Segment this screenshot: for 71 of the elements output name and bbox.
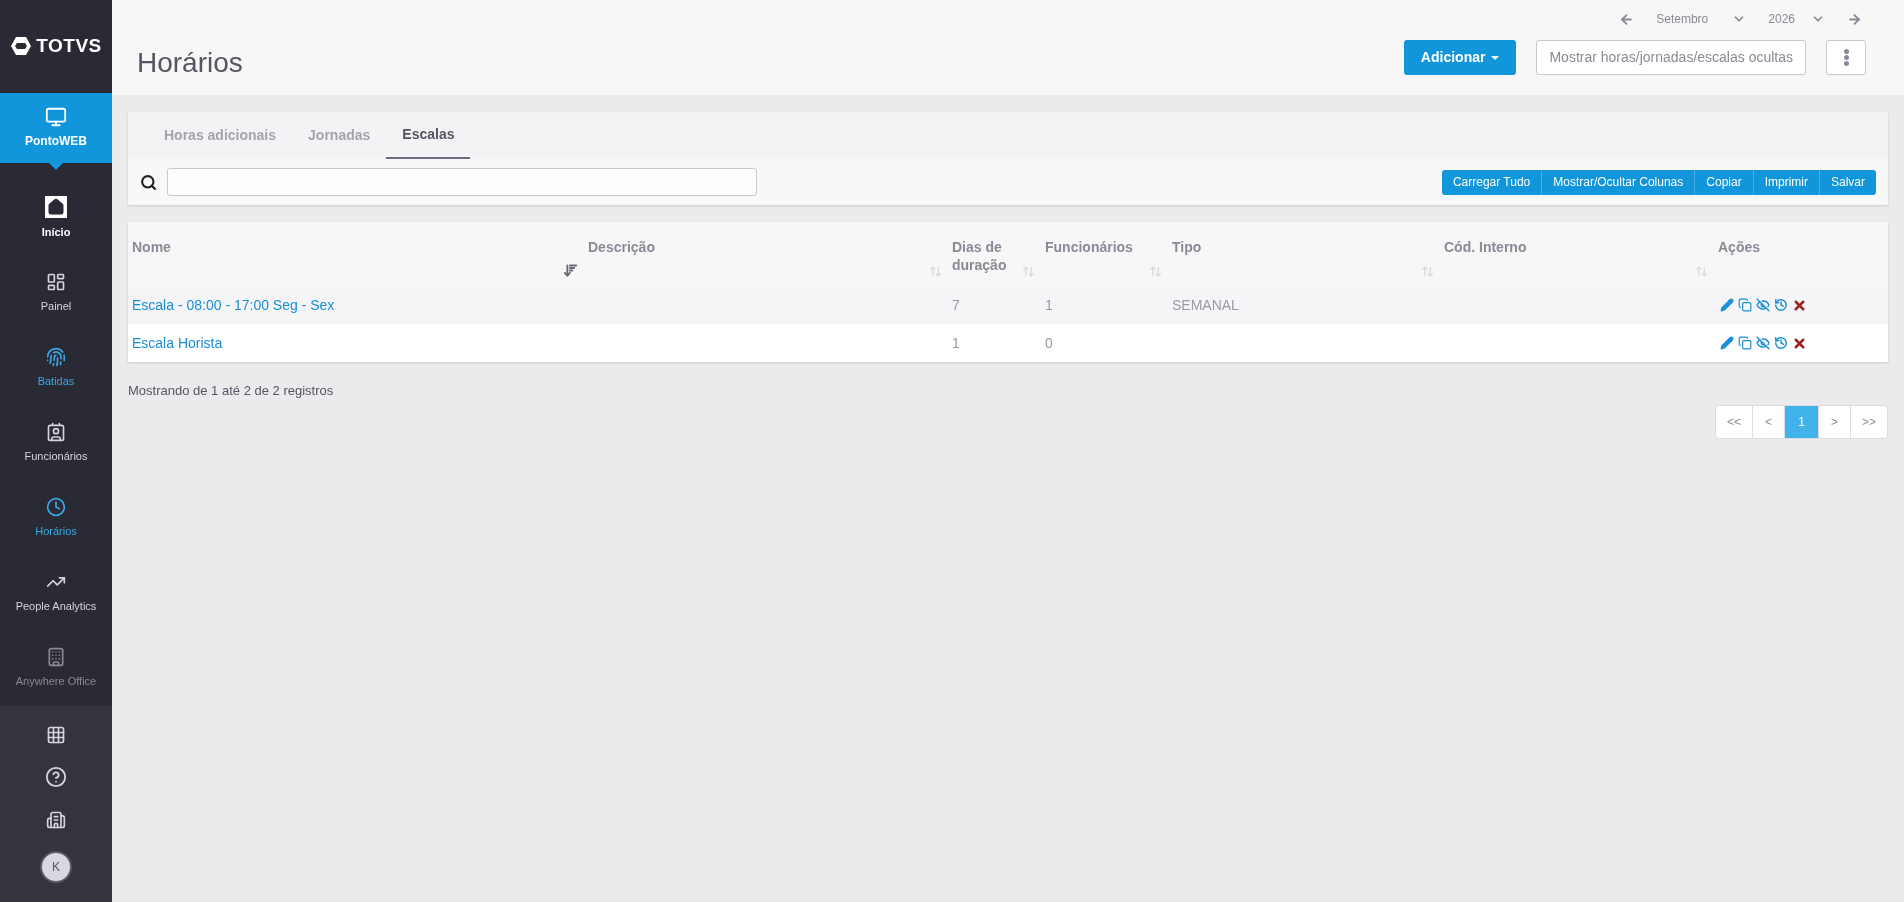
home-icon — [45, 196, 67, 219]
badge-icon — [46, 422, 66, 443]
tab[interactable]: Horas adicionais — [148, 112, 293, 159]
page-button[interactable]: < — [1752, 405, 1784, 438]
next-arrow-icon[interactable] — [1847, 11, 1862, 27]
nav-item[interactable]: Painel — [0, 255, 112, 331]
nav-item[interactable]: People Analytics — [0, 555, 112, 631]
copy-icon[interactable] — [1738, 336, 1752, 350]
pointer-arrow — [49, 162, 63, 170]
hide-icon[interactable] — [1756, 298, 1770, 312]
building-icon — [46, 647, 66, 668]
year-select[interactable]: 2026 — [1768, 10, 1825, 28]
more-button[interactable] — [1826, 40, 1866, 75]
table-cell: 1 — [952, 334, 960, 351]
tab[interactable]: Jornadas — [292, 112, 387, 159]
nav-item[interactable]: Anywhere Office — [0, 630, 112, 706]
avatar[interactable]: K — [40, 851, 72, 884]
logo: TOTVS — [36, 34, 102, 59]
month-select[interactable]: Setembro — [1656, 10, 1747, 28]
toolbar-button[interactable]: Salvar — [1819, 169, 1876, 195]
search-field[interactable] — [167, 168, 757, 196]
column-header[interactable]: Nome — [128, 222, 584, 286]
delete-icon[interactable] — [1792, 335, 1807, 351]
product-tab[interactable]: PontoWEB — [0, 92, 112, 163]
toolbar-button[interactable]: Copiar — [1694, 169, 1753, 195]
apps-icon[interactable] — [46, 724, 66, 745]
dashboard-icon — [46, 272, 66, 293]
copy-icon[interactable] — [1738, 298, 1752, 312]
kebab-menu-icon — [1843, 49, 1849, 66]
schedule-link[interactable]: Escala Horista — [132, 334, 223, 351]
edit-icon[interactable] — [1720, 336, 1734, 350]
tab[interactable]: Escalas — [386, 112, 471, 159]
hide-icon[interactable] — [1756, 336, 1770, 350]
table-cell: 1 — [1045, 296, 1053, 313]
previous-arrow-icon[interactable] — [1619, 11, 1635, 27]
nav-item[interactable]: Horários — [0, 480, 112, 556]
history-icon[interactable] — [1774, 298, 1788, 312]
nav-item[interactable]: Batidas — [0, 330, 112, 406]
table-cell: 0 — [1045, 334, 1053, 351]
fingerprint-icon — [46, 347, 66, 368]
search-icon — [140, 173, 157, 191]
toolbar-button[interactable]: Imprimir — [1752, 169, 1819, 195]
schedule-link[interactable]: Escala - 08:00 - 17:00 Seg - Sex — [132, 296, 335, 313]
column-header[interactable]: Ações — [1714, 222, 1888, 286]
table-cell: 7 — [952, 296, 960, 313]
column-header[interactable]: Funcionários — [1041, 222, 1168, 286]
delete-icon[interactable] — [1792, 297, 1807, 313]
page-button[interactable]: > — [1818, 405, 1850, 438]
page-button[interactable]: 1 — [1784, 405, 1818, 438]
history-icon[interactable] — [1774, 336, 1788, 350]
column-header[interactable]: Dias de duração — [948, 222, 1041, 286]
nav-item[interactable]: Funcionários — [0, 405, 112, 481]
show-hidden-button[interactable]: Mostrar horas/jornadas/escalas ocultas — [1536, 40, 1806, 75]
help-icon[interactable] — [45, 766, 67, 789]
toolbar-button[interactable]: Mostrar/Ocultar Colunas — [1541, 169, 1695, 195]
page-button[interactable]: << — [1715, 405, 1752, 438]
page-button[interactable]: >> — [1850, 405, 1887, 438]
clock-icon — [46, 497, 66, 518]
page-title: Horários — [137, 46, 243, 80]
column-header[interactable]: Descrição — [584, 222, 948, 286]
table-cell: SEMANAL — [1172, 296, 1239, 313]
toolbar-button[interactable]: Carregar Tudo — [1441, 169, 1542, 195]
column-header[interactable]: Tipo — [1168, 222, 1440, 286]
nav-item[interactable]: Início — [0, 180, 112, 256]
add-button[interactable]: Adicionar — [1403, 40, 1517, 75]
edit-icon[interactable] — [1720, 298, 1734, 312]
building-icon[interactable] — [46, 809, 66, 830]
monitor-icon — [45, 105, 67, 128]
column-header[interactable]: Cód. Interno — [1440, 222, 1714, 286]
logo-icon — [10, 35, 33, 58]
records-info: Mostrando de 1 até 2 de 2 registros — [128, 382, 335, 400]
